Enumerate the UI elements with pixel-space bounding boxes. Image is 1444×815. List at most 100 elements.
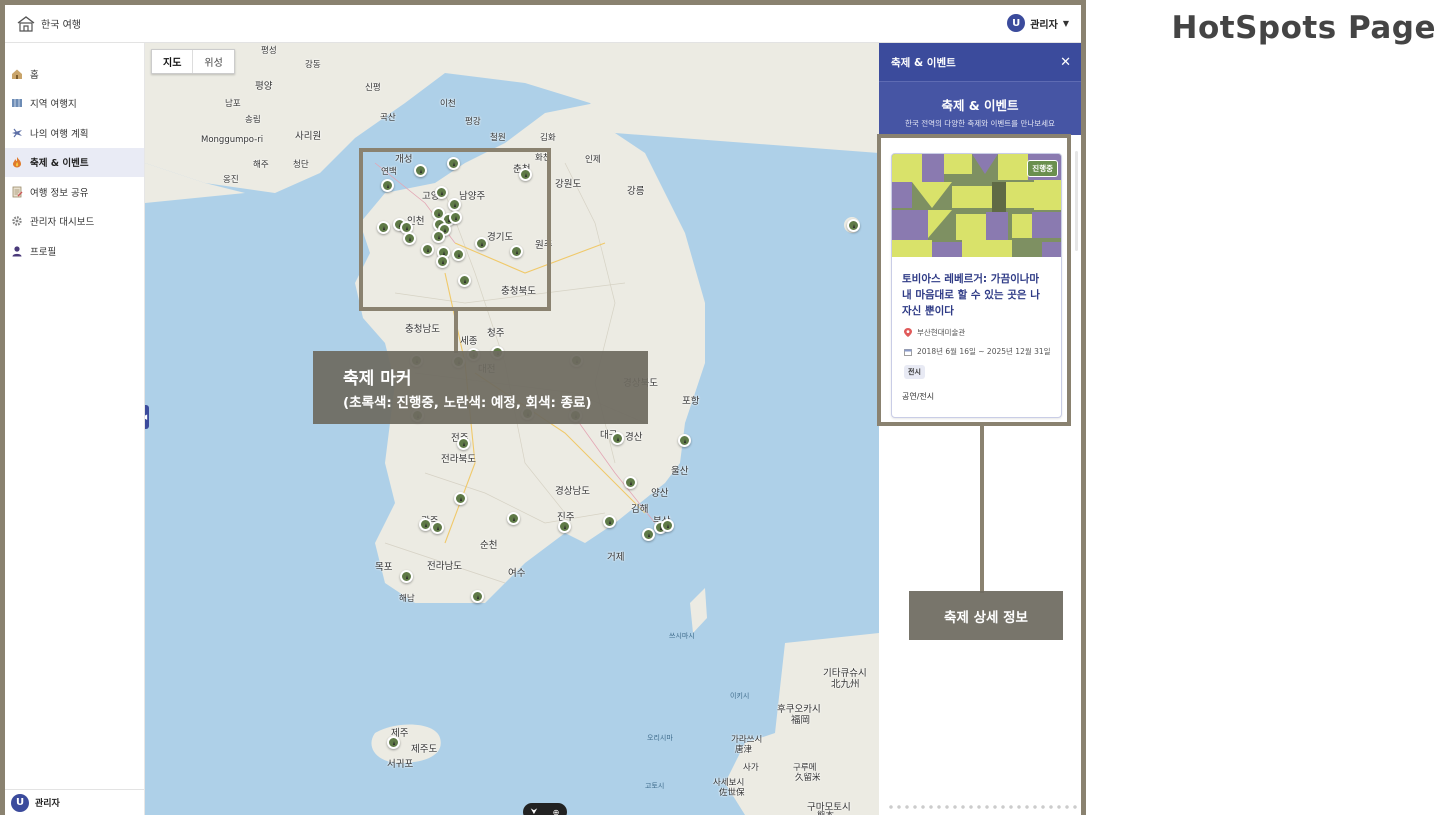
festival-marker[interactable] [457, 437, 470, 450]
map-label: 熊本 [817, 809, 834, 815]
map-view-button[interactable]: 지도 [152, 50, 194, 73]
map-label: 양산 [651, 488, 669, 499]
map-label: 평성 [261, 46, 277, 56]
map-label: 충청남도 [405, 324, 440, 335]
map-label: 사가 [743, 763, 759, 773]
map-label: 강동 [305, 60, 321, 70]
gear-icon [12, 216, 22, 226]
sidebar-item-label: 나의 여행 계획 [30, 128, 89, 140]
festival-marker[interactable] [507, 512, 520, 525]
festival-marker[interactable] [642, 528, 655, 541]
map-label: 久留米 [795, 773, 821, 783]
festival-marker[interactable] [603, 515, 616, 528]
sidebar-item-share[interactable]: 여행 정보 공유 [5, 177, 144, 207]
locate-icon[interactable]: ⊕ [553, 808, 560, 815]
map-label: 여수 [508, 568, 526, 579]
top-bar: 한국 여행 U 관리자 ▼ [5, 5, 1081, 43]
map-label: 인제 [585, 155, 601, 165]
page-title: HotSpots Page [1171, 10, 1436, 46]
sidebar-item-profile[interactable]: 프로필 [5, 236, 144, 266]
marker-callout-connector [454, 308, 458, 353]
map-label: 목포 [375, 562, 393, 573]
map-label: 佐世保 [719, 788, 745, 798]
sidebar-user[interactable]: U 관리자 [5, 789, 144, 815]
festival-marker[interactable] [419, 518, 432, 531]
festival-marker[interactable] [431, 521, 444, 534]
sidebar-item-label: 홈 [30, 69, 39, 81]
map-label: 해남 [399, 594, 415, 604]
memo-icon [12, 186, 23, 198]
detail-callout-label: 축제 상세 정보 [909, 591, 1063, 640]
map-label: 김해 [631, 504, 649, 515]
map-label: 울산 [671, 466, 689, 477]
map-label: 거제 [607, 552, 625, 563]
map-label: 평양 [255, 81, 273, 92]
map-label: 옹진 [223, 175, 239, 185]
map-label: 송림 [245, 115, 261, 125]
map-label: 강원도 [555, 179, 582, 190]
user-menu[interactable]: U 관리자 ▼ [1007, 14, 1069, 32]
sidebar-item-label: 여행 정보 공유 [30, 187, 89, 199]
festival-marker[interactable] [454, 492, 467, 505]
app-title[interactable]: 한국 여행 [41, 16, 81, 31]
panel-header: 축제 & 이벤트 ✕ [879, 43, 1081, 81]
marker-callout-label: 축제 마커 (초록색: 진행중, 노란색: 예정, 회색: 종료) [313, 351, 648, 424]
map-icon [12, 99, 22, 108]
map-label: 서귀포 [387, 759, 414, 770]
map-label: 곡산 [380, 113, 396, 123]
festival-marker[interactable] [387, 736, 400, 749]
panel-pagination-dots [887, 805, 1077, 809]
festival-marker[interactable] [661, 519, 674, 532]
sidebar-item-festivals[interactable]: 축제 & 이벤트 [5, 147, 144, 177]
sidebar-item-label: 프로필 [30, 246, 57, 258]
festival-marker[interactable] [400, 570, 413, 583]
sidebar-item-regions[interactable]: 지역 여행지 [5, 89, 144, 119]
sidebar: 홈 지역 여행지 나의 여행 계획 축제 & 이벤트 여행 정보 공유 관리자 … [5, 43, 145, 815]
map-label: 경산 [625, 432, 643, 443]
map-label: 北九州 [831, 679, 860, 690]
map-label: 고토시 [645, 782, 665, 790]
marker-callout-title: 축제 마커 [343, 369, 412, 389]
sidebar-collapse-button[interactable]: ◀ [145, 405, 149, 429]
detail-callout-connector [980, 423, 984, 593]
app-window: 한국 여행 U 관리자 ▼ 홈 지역 여행지 나의 여행 계획 축제 & 이벤트… [0, 0, 1086, 815]
map-control-pill[interactable]: ⮟ ⊕ [523, 803, 567, 815]
map-label: 청단 [293, 160, 309, 170]
map-label: 남포 [225, 99, 241, 109]
sidebar-item-my-trips[interactable]: 나의 여행 계획 [5, 118, 144, 148]
map-label: 경상남도 [555, 486, 590, 497]
festival-marker[interactable] [558, 520, 571, 533]
fire-icon [13, 157, 21, 168]
sidebar-item-label: 지역 여행지 [30, 99, 77, 111]
map-label: 강릉 [627, 186, 645, 197]
detail-callout-frame [877, 134, 1071, 426]
sidebar-item-home[interactable]: 홈 [5, 59, 144, 89]
map-label: 세종 [460, 336, 478, 347]
sidebar-item-label: 관리자 대시보드 [30, 217, 95, 229]
marker-callout-frame [359, 148, 551, 311]
festival-marker[interactable] [624, 476, 637, 489]
map-label: Monggumpo-ri [201, 135, 264, 145]
traditional-house-icon[interactable] [17, 15, 35, 33]
map-label: 사리원 [295, 131, 322, 142]
festival-marker[interactable] [678, 434, 691, 447]
marker-callout-subtitle: (초록색: 진행중, 노란색: 예정, 회색: 종료) [343, 395, 592, 411]
map-label: 청주 [487, 328, 505, 339]
satellite-view-button[interactable]: 위성 [193, 50, 233, 73]
panel-scrollbar[interactable] [1075, 151, 1078, 251]
map-label: 이천 [440, 99, 456, 109]
map-label: 전라북도 [441, 454, 476, 465]
festival-marker[interactable] [471, 590, 484, 603]
airplane-icon [12, 128, 22, 138]
map-label: 해주 [253, 160, 269, 170]
sidebar-user-name: 관리자 [35, 799, 60, 809]
arrow-down-icon[interactable]: ⮟ [531, 807, 538, 815]
festival-marker[interactable] [847, 219, 860, 232]
sidebar-item-label: 축제 & 이벤트 [30, 158, 89, 170]
sidebar-item-admin[interactable]: 관리자 대시보드 [5, 207, 144, 237]
close-icon[interactable]: ✕ [1060, 55, 1071, 70]
map-label: 쓰시마시 [669, 632, 695, 640]
user-name: 관리자 [1030, 19, 1058, 31]
festival-marker[interactable] [611, 432, 624, 445]
map-label: 오리시마 [647, 734, 673, 742]
